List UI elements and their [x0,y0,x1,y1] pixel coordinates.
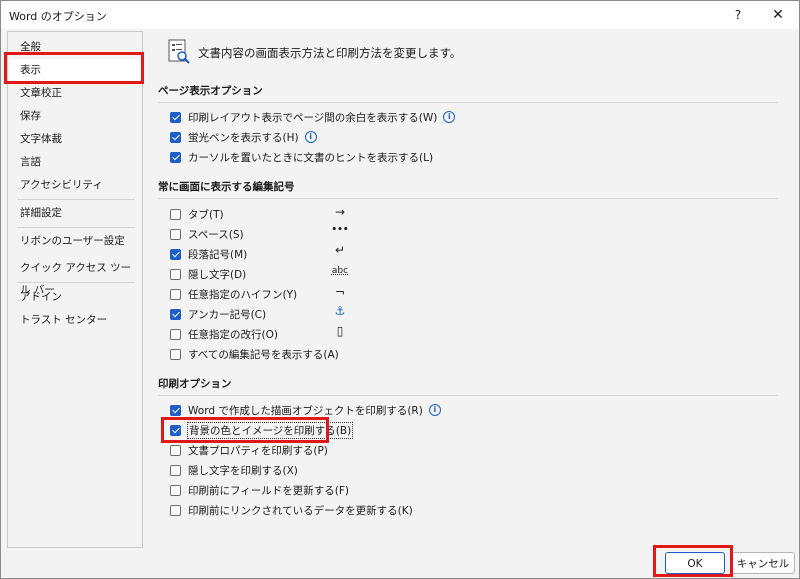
option-paragraph-marks[interactable]: 段落記号(M) [170,245,247,263]
option-show-all-marks[interactable]: すべての編集記号を表示する(A) [170,345,339,363]
checkbox[interactable] [170,248,181,260]
highlight-ok-button [653,545,733,577]
checkbox[interactable] [170,131,181,143]
option-tab-characters[interactable]: タブ(T) [170,205,224,223]
sidebar-item-quick-access-toolbar[interactable]: クイック アクセス ツール バー [9,257,141,296]
option-show-tooltips[interactable]: カーソルを置いたときに文書のヒントを表示する(L) [170,148,433,166]
option-update-linked-data[interactable]: 印刷前にリンクされているデータを更新する(K) [170,501,413,519]
sidebar-item-customize-ribbon[interactable]: リボンのユーザー設定 [9,230,141,252]
checkbox[interactable] [170,464,181,476]
option-optional-hyphens[interactable]: 任意指定のハイフン(Y) [170,285,297,303]
checkbox[interactable] [170,348,181,360]
help-button[interactable]: ? [723,5,753,25]
checkbox[interactable] [170,268,181,280]
display-options-panel: 文書内容の画面表示方法と印刷方法を変更します。 ページ表示オプション 印刷レイア… [146,31,796,546]
option-show-whitespace[interactable]: 印刷レイアウト表示でページ間の余白を表示する(W) i [170,108,456,126]
highlight-display-tab [4,52,144,84]
checkbox[interactable] [170,111,181,123]
section-title-format-marks: 常に画面に表示する編集記号 [158,179,778,199]
checkbox[interactable] [170,288,181,300]
info-icon: i [304,131,317,143]
option-print-hidden-text[interactable]: 隠し文字を印刷する(X) [170,461,298,479]
section-title-page-display: ページ表示オプション [158,83,778,103]
highlight-print-background-option [161,417,329,443]
sidebar-item-proofing[interactable]: 文章校正 [9,82,141,104]
sidebar-item-save[interactable]: 保存 [9,105,141,127]
info-icon: i [443,111,456,123]
checkbox[interactable] [170,444,181,456]
hidden-text-symbol: abc [331,266,349,276]
checkbox[interactable] [170,504,181,516]
checkbox[interactable] [170,151,181,163]
option-hidden-text[interactable]: 隠し文字(D) [170,265,246,283]
display-settings-icon [168,39,190,64]
sidebar-item-typography[interactable]: 文字体裁 [9,128,141,150]
anchor-icon: ⚓ [334,304,346,318]
checkbox[interactable] [170,228,181,240]
sidebar-item-trust-center[interactable]: トラスト センター [9,309,141,331]
tab-arrow-symbol: → [334,205,346,219]
sidebar-item-advanced[interactable]: 詳細設定 [9,202,141,224]
sidebar-divider [17,282,135,283]
info-icon: i [428,404,441,416]
title-bar: Word のオプション ? ✕ [1,1,799,29]
optional-hyphen-symbol: ¬ [334,285,346,299]
word-options-dialog: Word のオプション ? ✕ 全般 表示 文章校正 保存 文字体裁 言語 アク… [0,0,800,579]
cancel-button[interactable]: キャンセル [731,552,795,574]
option-update-fields[interactable]: 印刷前にフィールドを更新する(F) [170,481,349,499]
close-button[interactable]: ✕ [763,5,793,25]
sidebar-item-language[interactable]: 言語 [9,151,141,173]
section-title-print: 印刷オプション [158,376,778,396]
option-print-properties[interactable]: 文書プロパティを印刷する(P) [170,441,328,459]
checkbox[interactable] [170,328,181,340]
option-spaces[interactable]: スペース(S) [170,225,244,243]
checkbox[interactable] [170,404,181,416]
sidebar-item-addins[interactable]: アドイン [9,286,141,308]
option-show-highlighter[interactable]: 蛍光ペンを表示する(H) i [170,128,317,146]
sidebar-divider [17,227,135,228]
checkbox[interactable] [170,308,181,320]
space-dots-symbol: ••• [331,225,349,235]
window-title: Word のオプション [9,10,107,23]
option-object-anchors[interactable]: アンカー記号(C) [170,305,266,323]
sidebar-divider [17,199,135,200]
checkbox[interactable] [170,208,181,220]
sidebar-item-accessibility[interactable]: アクセシビリティ [9,174,141,196]
sidebar: 全般 表示 文章校正 保存 文字体裁 言語 アクセシビリティ 詳細設定 リボンの… [7,31,143,548]
option-optional-breaks[interactable]: 任意指定の改行(O) [170,325,278,343]
paragraph-mark-symbol: ↵ [334,243,346,257]
panel-description: 文書内容の画面表示方法と印刷方法を変更します。 [198,46,462,60]
optional-break-symbol: ▯ [336,324,344,338]
checkbox[interactable] [170,484,181,496]
